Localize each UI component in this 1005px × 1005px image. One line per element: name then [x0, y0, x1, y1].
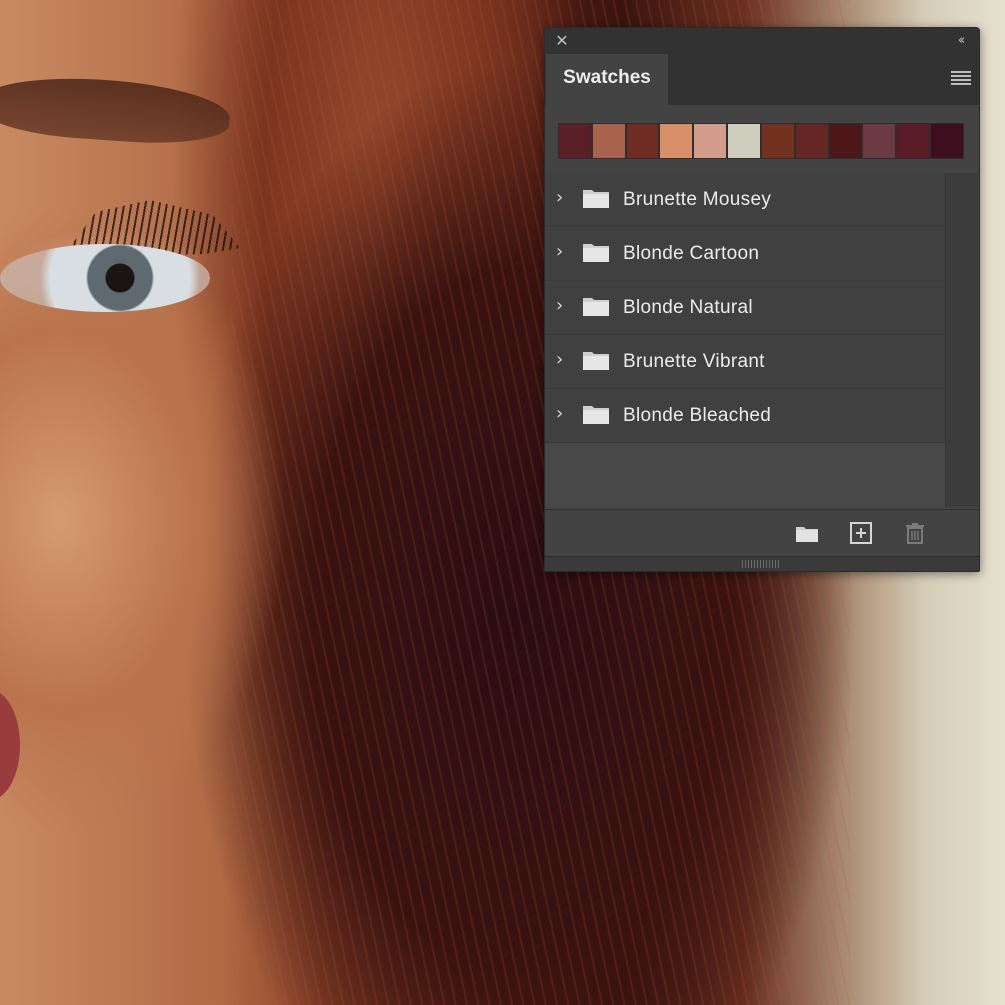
chevron-right-icon[interactable]: ›	[556, 403, 568, 425]
folder-icon	[583, 404, 609, 424]
swatch[interactable]	[592, 124, 625, 158]
swatch[interactable]	[761, 124, 794, 158]
swatch-group-row[interactable]: › Blonde Bleached	[545, 389, 945, 443]
swatch[interactable]	[897, 124, 930, 158]
chevron-right-icon[interactable]: ›	[556, 187, 568, 209]
swatch[interactable]	[829, 124, 862, 158]
panel-footer	[545, 509, 979, 556]
folder-icon	[583, 350, 609, 370]
swatch[interactable]	[931, 124, 963, 158]
panel-titlebar[interactable]: ✕ ‹‹	[545, 28, 979, 54]
scrollbar-track[interactable]	[945, 173, 978, 507]
swatch-group-label: Brunette Mousey	[623, 189, 772, 210]
tab-swatches[interactable]: Swatches	[546, 54, 668, 105]
folder-icon	[583, 188, 609, 208]
swatch[interactable]	[728, 124, 760, 158]
swatch-group-row[interactable]: › Blonde Natural	[545, 281, 945, 335]
swatch[interactable]	[694, 124, 727, 158]
folder-icon	[583, 296, 609, 316]
double-chevron-left-icon[interactable]: ‹‹	[951, 33, 969, 49]
swatch-group-label: Brunette Vibrant	[623, 351, 765, 372]
swatch[interactable]	[660, 124, 693, 158]
new-swatch-icon[interactable]	[848, 520, 874, 546]
eyebrow	[0, 71, 232, 149]
trash-icon[interactable]	[902, 520, 928, 546]
swatch-group-label: Blonde Bleached	[623, 405, 772, 426]
swatch-group-row[interactable]: › Brunette Mousey	[545, 173, 945, 227]
swatch[interactable]	[795, 124, 828, 158]
new-group-folder-icon[interactable]	[794, 520, 820, 546]
swatches-panel: ✕ ‹‹ Swatches › Brunette Mousey › Blonde Ca…	[544, 27, 980, 572]
recent-swatches-strip	[558, 123, 964, 159]
chevron-right-icon[interactable]: ›	[556, 349, 568, 371]
chevron-right-icon[interactable]: ›	[556, 241, 568, 263]
lip	[0, 690, 20, 800]
swatch-group-row[interactable]: › Blonde Cartoon	[545, 227, 945, 281]
chevron-right-icon[interactable]: ›	[556, 295, 568, 317]
swatch-group-label: Blonde Cartoon	[623, 243, 760, 264]
folder-icon	[583, 242, 609, 262]
swatch[interactable]	[559, 124, 591, 158]
swatch-group-label: Blonde Natural	[623, 297, 753, 318]
close-icon[interactable]: ✕	[554, 33, 570, 49]
swatch[interactable]	[626, 124, 659, 158]
panel-resize-grip[interactable]	[545, 556, 979, 571]
swatch[interactable]	[863, 124, 896, 158]
swatch-group-list: › Brunette Mousey › Blonde Cartoon › Blonde N…	[545, 173, 945, 507]
panel-menu-icon[interactable]	[951, 71, 971, 85]
swatch-group-row[interactable]: › Brunette Vibrant	[545, 335, 945, 389]
panel-tab-row: Swatches	[545, 54, 979, 105]
